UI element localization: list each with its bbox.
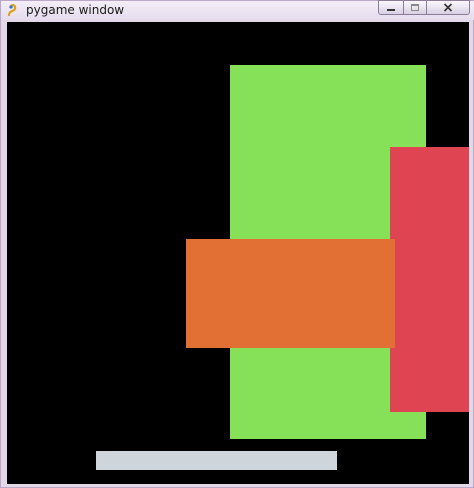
game-canvas[interactable] xyxy=(7,22,469,484)
pygame-snake-icon xyxy=(7,4,17,17)
maximize-icon xyxy=(411,4,419,11)
window-title: pygame window xyxy=(26,3,125,17)
orange-rectangle xyxy=(186,239,395,348)
paddle-bar xyxy=(96,451,337,470)
close-button[interactable] xyxy=(426,0,470,15)
close-icon xyxy=(443,3,453,12)
title-bar[interactable]: pygame window xyxy=(1,0,474,20)
minimize-icon xyxy=(387,8,395,11)
minimize-button[interactable] xyxy=(378,0,404,15)
maximize-button[interactable] xyxy=(403,0,427,15)
red-rectangle xyxy=(390,147,469,412)
pygame-window: pygame window xyxy=(0,0,474,488)
